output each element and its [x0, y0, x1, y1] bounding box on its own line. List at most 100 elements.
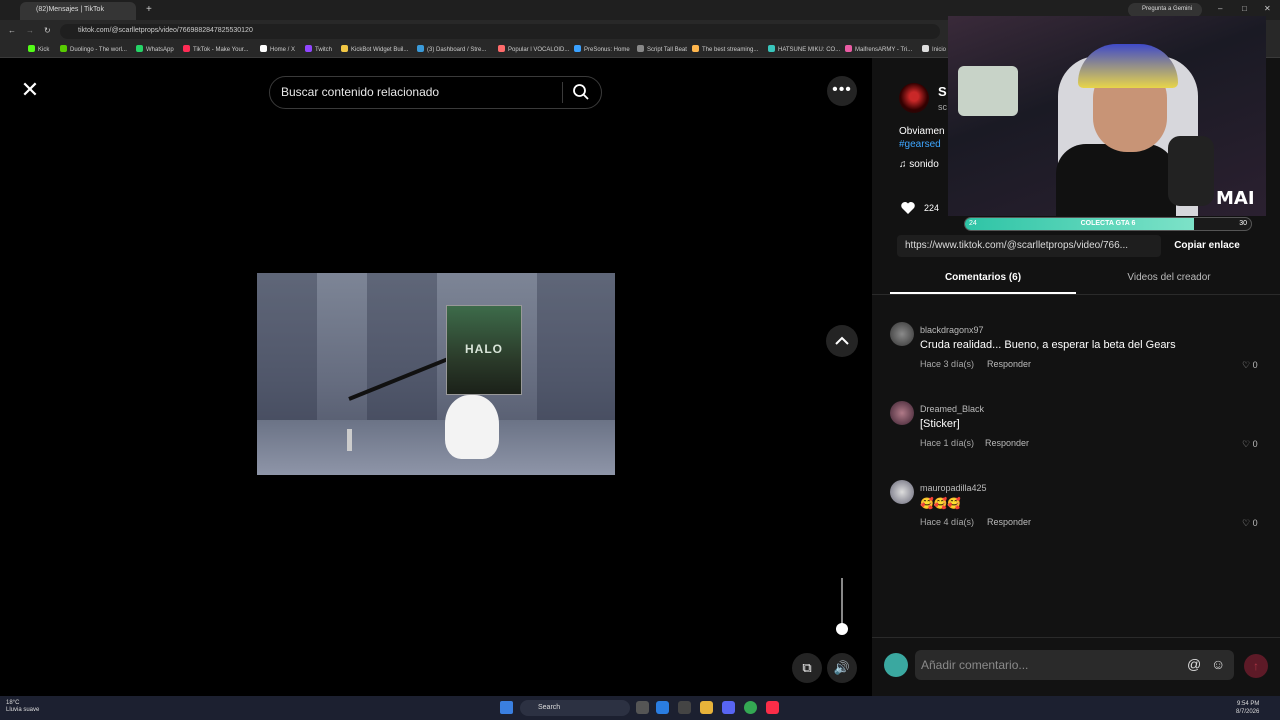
reply-button[interactable]: Responder	[987, 359, 1031, 369]
heart-icon	[901, 202, 915, 214]
bookmark-item[interactable]: Popular l VOCALOID...	[498, 45, 569, 53]
bookmark-icon	[136, 45, 143, 52]
goal-target: 30	[1239, 220, 1247, 227]
bookmark-label: KickBot Widget Buil...	[351, 47, 409, 53]
bookmark-item[interactable]: Script Tall Beat	[637, 45, 687, 53]
heart-outline-icon: ♡	[1242, 439, 1251, 449]
goal-label: COLECTA GTA 6	[1080, 220, 1136, 227]
video-player[interactable]: HALO	[257, 273, 615, 475]
windows-start-icon[interactable]	[500, 701, 513, 714]
comment-avatar[interactable]	[890, 322, 914, 346]
fence-panel	[257, 273, 317, 423]
poster-title: HALO	[465, 342, 503, 356]
bookmark-item[interactable]: (3) Dashboard / Stre...	[417, 45, 486, 53]
comment-like-button[interactable]: ♡ 0	[1242, 518, 1258, 529]
comment-avatar[interactable]	[890, 480, 914, 504]
edge-icon[interactable]	[656, 701, 669, 714]
comment-like-button[interactable]: ♡ 0	[1242, 439, 1258, 450]
previous-video-button[interactable]	[826, 325, 858, 357]
my-avatar	[884, 653, 908, 677]
weather-temp: 18°C	[6, 700, 20, 706]
browser-tab[interactable]: (82)Mensajes | TikTok	[20, 2, 136, 20]
comment-username[interactable]: blackdragonx97	[920, 325, 984, 335]
discord-icon[interactable]	[722, 701, 735, 714]
comment-avatar[interactable]	[890, 401, 914, 425]
author-avatar[interactable]	[899, 83, 929, 113]
reply-button[interactable]: Responder	[987, 517, 1031, 527]
new-tab-button[interactable]: +	[146, 4, 152, 15]
bookmark-item[interactable]: Inicio	[922, 45, 946, 53]
gemini-button[interactable]: Pregunta a Gemini	[1128, 3, 1202, 17]
forward-icon[interactable]: →	[26, 26, 34, 35]
copy-link-button[interactable]: Copiar enlace	[1164, 236, 1250, 256]
hashtag-link[interactable]: #gearsed	[899, 139, 941, 150]
search-icon[interactable]	[572, 83, 590, 101]
chevron-up-icon	[835, 336, 849, 345]
more-options-button[interactable]: •••	[827, 76, 857, 106]
bookmark-item[interactable]: WhatsApp	[136, 45, 174, 53]
maximize-icon[interactable]: □	[1242, 4, 1247, 13]
volume-slider-handle[interactable]	[836, 623, 848, 635]
minimize-icon[interactable]: –	[1218, 4, 1222, 13]
back-icon[interactable]: ←	[8, 26, 16, 35]
bookmark-item[interactable]: HATSUNE MIKU: CO...	[768, 45, 840, 53]
snow-ground	[257, 420, 615, 475]
video-link-field[interactable]: https://www.tiktok.com/@scarlletprops/vi…	[897, 235, 1161, 257]
comment-username[interactable]: Dreamed_Black	[920, 404, 984, 414]
tab-title: (82)Mensajes | TikTok	[36, 6, 104, 13]
close-window-icon[interactable]: ✕	[1264, 4, 1271, 13]
chrome-icon[interactable]	[744, 701, 757, 714]
tab-creator-videos[interactable]: Videos del creador	[1076, 272, 1262, 283]
bookmark-item[interactable]: KickBot Widget Buil...	[341, 45, 408, 53]
bookmark-item[interactable]: Home / X	[260, 45, 295, 53]
url-field[interactable]: tiktok.com/@scarlletprops/video/76698828…	[60, 24, 940, 39]
volume-button[interactable]: 🔊	[827, 653, 857, 683]
tab-comments[interactable]: Comentarios (6)	[890, 272, 1076, 283]
settings-icon[interactable]	[678, 701, 691, 714]
weather-widget[interactable]: 18°C Lluvia suave	[6, 700, 39, 714]
bookmark-item[interactable]: TikTok - Make Your...	[183, 45, 248, 53]
mini-player-button[interactable]: ⧉	[792, 653, 822, 683]
bookmark-item[interactable]: MaifrensARMY - Tri...	[845, 45, 912, 53]
bookmark-item[interactable]: Kick	[28, 45, 49, 53]
reply-button[interactable]: Responder	[985, 438, 1029, 448]
bookmark-label: HATSUNE MIKU: CO...	[778, 47, 841, 53]
mention-icon[interactable]: @	[1187, 656, 1201, 672]
emoji-icon[interactable]: ☺	[1211, 656, 1225, 672]
bookmark-icon	[417, 45, 424, 52]
comment-username[interactable]: mauropadilla425	[920, 483, 987, 493]
like-button[interactable]	[900, 200, 916, 216]
related-search-input[interactable]: Buscar contenido relacionado	[281, 85, 439, 99]
comment-like-count: 0	[1252, 439, 1258, 449]
music-note-icon: ♫	[899, 159, 910, 170]
bookmark-label: Twitch	[315, 47, 333, 53]
system-clock[interactable]: 9:54 PM 8/7/2026	[1236, 700, 1259, 716]
goal-progress-bar: 24 COLECTA GTA 6 30	[964, 217, 1252, 231]
heart-outline-icon: ♡	[1242, 518, 1251, 528]
file-explorer-icon[interactable]	[700, 701, 713, 714]
bookmark-item[interactable]: Duolingo - The worl...	[60, 45, 127, 53]
pet-carrier	[958, 66, 1018, 116]
cam-logo-text: MAI	[1216, 188, 1255, 209]
send-comment-button[interactable]: ↑	[1244, 654, 1268, 678]
task-view-icon[interactable]	[636, 701, 649, 714]
bookmark-icon	[260, 45, 267, 52]
close-icon[interactable]: ✕	[16, 76, 44, 104]
comment-like-button[interactable]: ♡ 0	[1242, 360, 1258, 371]
video-description: Obviamen	[899, 126, 945, 137]
author-name[interactable]: S	[938, 84, 947, 99]
bookmark-icon	[305, 45, 312, 52]
bookmark-item[interactable]: PreSonus: Home	[574, 45, 630, 53]
taskbar-search[interactable]: Search	[520, 700, 630, 716]
music-icon[interactable]	[766, 701, 779, 714]
bookmark-icon	[637, 45, 644, 52]
reload-icon[interactable]: ↻	[44, 26, 51, 35]
bookmark-item[interactable]: The best streaming...	[692, 45, 758, 53]
heart-outline-icon: ♡	[1242, 360, 1251, 370]
comment-text: [Sticker]	[920, 418, 960, 430]
comment-time: Hace 4 día(s)	[920, 517, 975, 527]
bookmark-item[interactable]: Twitch	[305, 45, 332, 53]
bookmark-icon	[498, 45, 505, 52]
sound-link[interactable]: ♫ sonido	[899, 159, 939, 170]
streamer-cap	[1078, 44, 1178, 88]
